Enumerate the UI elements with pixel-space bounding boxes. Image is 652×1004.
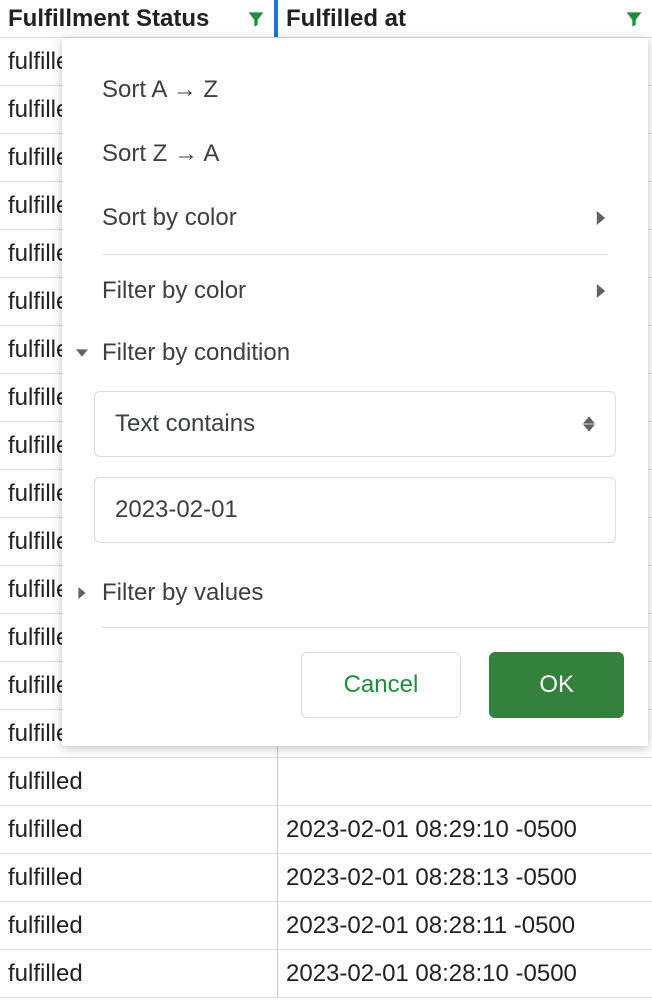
table-row[interactable]: fulfilled xyxy=(0,758,652,806)
cell-status[interactable]: fulfilled xyxy=(0,854,278,901)
chevron-right-icon xyxy=(594,277,608,305)
cell-status[interactable]: fulfilled xyxy=(0,902,278,949)
table-row[interactable]: fulfilled2023-02-01 08:28:11 -0500 xyxy=(0,902,652,950)
chevron-right-icon xyxy=(594,204,608,232)
column-header-label: Fulfilled at xyxy=(286,5,406,33)
cell-status[interactable]: fulfilled xyxy=(0,758,278,805)
sort-by-color[interactable]: Sort by color xyxy=(62,186,648,250)
filter-by-color[interactable]: Filter by color xyxy=(62,259,648,323)
divider xyxy=(102,254,608,255)
cell-status[interactable]: fulfilled xyxy=(0,806,278,853)
cell-fulfilled-at[interactable]: 2023-02-01 08:28:10 -0500 xyxy=(278,950,652,997)
section-label: Filter by condition xyxy=(102,339,290,367)
filter-by-values-toggle[interactable]: Filter by values xyxy=(62,563,648,623)
cell-fulfilled-at[interactable] xyxy=(278,758,652,805)
button-row: Cancel OK xyxy=(62,628,648,746)
section-label: Filter by values xyxy=(102,579,263,607)
column-header-fulfillment-status[interactable]: Fulfillment Status xyxy=(0,0,278,37)
caret-down-icon xyxy=(72,347,92,359)
menu-item-label: Sort by color xyxy=(102,204,237,232)
cancel-button[interactable]: Cancel xyxy=(301,652,462,718)
column-header-fulfilled-at[interactable]: Fulfilled at xyxy=(278,0,652,37)
cell-fulfilled-at[interactable]: 2023-02-01 08:28:11 -0500 xyxy=(278,902,652,949)
header-row: Fulfillment Status Fulfilled at xyxy=(0,0,652,38)
filter-by-condition-toggle[interactable]: Filter by condition xyxy=(62,323,648,383)
menu-item-label: Sort Z → A xyxy=(102,140,219,168)
condition-type-select[interactable]: Text contains xyxy=(94,391,616,457)
sort-a-z[interactable]: Sort A → Z xyxy=(62,58,648,122)
filter-dropdown: Sort A → Z Sort Z → A Sort by color Filt… xyxy=(62,38,648,746)
ok-button[interactable]: OK xyxy=(489,652,624,718)
caret-right-icon xyxy=(72,587,92,599)
menu-item-label: Filter by color xyxy=(102,277,246,305)
cell-fulfilled-at[interactable]: 2023-02-01 08:29:10 -0500 xyxy=(278,806,652,853)
column-header-label: Fulfillment Status xyxy=(8,5,209,33)
sort-z-a[interactable]: Sort Z → A xyxy=(62,122,648,186)
condition-type-value: Text contains xyxy=(115,410,255,438)
table-row[interactable]: fulfilled2023-02-01 08:28:10 -0500 xyxy=(0,950,652,998)
cell-fulfilled-at[interactable]: 2023-02-01 08:28:13 -0500 xyxy=(278,854,652,901)
table-row[interactable]: fulfilled2023-02-01 08:28:13 -0500 xyxy=(0,854,652,902)
filter-icon[interactable] xyxy=(624,9,644,29)
table-row[interactable]: fulfilled2023-02-01 08:29:10 -0500 xyxy=(0,806,652,854)
menu-item-label: Sort A → Z xyxy=(102,76,218,104)
filter-icon[interactable] xyxy=(246,9,266,29)
condition-value-input[interactable] xyxy=(94,477,616,543)
cell-status[interactable]: fulfilled xyxy=(0,950,278,997)
select-arrows-icon xyxy=(583,416,595,432)
